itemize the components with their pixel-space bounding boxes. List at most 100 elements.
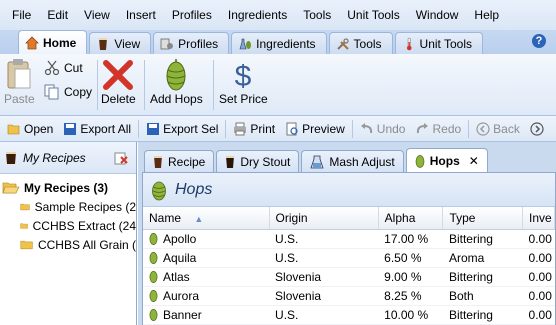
recipes-panel: My Recipes My Recipes (3) Sample Recipes…	[0, 142, 137, 325]
delete-button[interactable]: Delete	[101, 58, 136, 106]
back-button[interactable]: Back	[471, 122, 525, 136]
doc-tab-label: Hops	[429, 153, 460, 168]
paste-button[interactable]: Paste	[4, 58, 35, 106]
add-hops-button[interactable]: Add Hops	[150, 58, 203, 106]
sort-ascending-icon: ▲	[194, 213, 204, 224]
ribbon-tab-label: View	[114, 36, 141, 51]
cut-button[interactable]: Cut	[44, 60, 83, 76]
svg-text:$: $	[235, 60, 252, 92]
export-sel-button[interactable]: Export Sel	[141, 122, 223, 136]
hop-inventory: 0.00	[522, 248, 555, 268]
column-header-type[interactable]: Type	[442, 207, 524, 230]
print-button[interactable]: Print	[228, 122, 280, 136]
ribbon-tab-unit-tools[interactable]: Unit Tools	[394, 32, 484, 54]
toolbar-separator	[225, 119, 227, 138]
preview-button[interactable]: Preview	[280, 122, 350, 136]
export-all-button[interactable]: Export All	[58, 122, 136, 136]
doc-tab-hops[interactable]: Hops ✕	[405, 148, 488, 172]
hop-icon	[149, 252, 158, 264]
folder-icon	[20, 222, 28, 229]
document-area: Recipe Dry Stout Mash Adjust Hops ✕ Hops	[138, 142, 556, 325]
folder-icon	[20, 203, 30, 210]
hop-type: Aroma	[442, 248, 523, 268]
recipes-panel-title: My Recipes	[23, 150, 86, 165]
glass-icon	[99, 37, 108, 50]
ribbon-tab-label: Ingredients	[256, 36, 316, 51]
menu-ingredients[interactable]: Ingredients	[220, 8, 295, 22]
cut-label: Cut	[64, 61, 83, 75]
ribbon-tab-ingredients[interactable]: Ingredients	[231, 32, 327, 54]
menu-profiles[interactable]: Profiles	[164, 8, 220, 22]
doc-tab-recipe[interactable]: Recipe	[144, 150, 215, 172]
undo-button[interactable]: Undo	[355, 122, 411, 136]
table-row[interactable]: Aquila U.S. 6.50 % Aroma 0.00	[143, 248, 555, 268]
column-header-alpha[interactable]: Alpha	[378, 207, 444, 230]
doc-tab-mash-adjust[interactable]: Mash Adjust	[301, 150, 404, 172]
delete-label: Delete	[101, 92, 136, 106]
main-toolbar: Open Export All Export Sel Print Preview…	[0, 116, 556, 142]
save-icon	[147, 122, 160, 135]
hops-header: Hops	[143, 173, 555, 207]
doc-tab-label: Recipe	[168, 154, 206, 169]
hop-inventory: 0.00	[522, 286, 555, 306]
open-button[interactable]: Open	[2, 122, 58, 136]
menu-insert[interactable]: Insert	[118, 8, 164, 22]
add-hops-label: Add Hops	[150, 92, 203, 106]
ribbon-tab-profiles[interactable]: Profiles	[153, 32, 230, 54]
table-row[interactable]: Atlas Slovenia 9.00 % Bittering 0.00	[143, 267, 555, 287]
table-row[interactable]: Apollo U.S. 17.00 % Bittering 0.00	[143, 229, 555, 249]
stout-glass-icon	[6, 151, 16, 164]
printer-icon	[234, 122, 247, 135]
ribbon-tab-home[interactable]: Home	[18, 30, 88, 54]
hop-inventory: 0.00	[522, 267, 555, 287]
column-header-origin[interactable]: Origin	[269, 207, 379, 230]
help-icon[interactable]: ?	[532, 34, 546, 48]
ribbon-tab-strip: Home View Profiles Ingredients Tools Uni…	[0, 30, 556, 54]
forward-button[interactable]	[525, 121, 549, 136]
hop-inventory: 0.00	[522, 305, 555, 325]
folder-icon	[20, 240, 33, 249]
ribbon-tab-label: Home	[43, 35, 77, 50]
hops-table: Name ▲ Origin Alpha Type Inve Apollo U.S…	[143, 207, 555, 325]
ribbon-tab-tools[interactable]: Tools	[328, 32, 393, 54]
hop-alpha: 8.25 %	[378, 286, 443, 306]
preview-icon	[286, 122, 298, 135]
copy-button[interactable]: Copy	[44, 84, 92, 100]
menu-unit-tools[interactable]: Unit Tools	[339, 8, 407, 22]
close-tab-icon[interactable]: ✕	[469, 154, 479, 168]
paste-label: Paste	[4, 92, 35, 106]
menu-edit[interactable]: Edit	[39, 8, 76, 22]
menu-bar: File Edit View Insert Profiles Ingredien…	[0, 0, 556, 30]
menu-window[interactable]: Window	[408, 8, 467, 22]
tree-item-cchbs-extract[interactable]: CCHBS Extract (24	[0, 216, 136, 235]
tree-item-cchbs-all-grain[interactable]: CCHBS All Grain (	[0, 235, 136, 254]
column-header-inventory[interactable]: Inve	[522, 207, 555, 230]
doc-tab-dry-stout[interactable]: Dry Stout	[216, 150, 300, 172]
table-row[interactable]: Banner U.S. 10.00 % Bittering 0.00	[143, 305, 555, 325]
menu-file[interactable]: File	[4, 8, 39, 22]
menu-tools[interactable]: Tools	[295, 8, 339, 22]
column-header-name[interactable]: Name ▲	[143, 207, 270, 230]
close-panel-icon[interactable]	[114, 151, 128, 165]
table-row[interactable]: Aurora Slovenia 8.25 % Both 0.00	[143, 286, 555, 306]
redo-button[interactable]: Redo	[410, 122, 466, 136]
hop-alpha: 6.50 %	[378, 248, 443, 268]
hop-name: Apollo	[163, 231, 197, 246]
hop-icon	[149, 271, 158, 283]
hop-icon	[149, 290, 158, 302]
hop-type: Bittering	[442, 229, 523, 249]
hop-name: Banner	[163, 307, 202, 322]
ribbon-tab-view[interactable]: View	[89, 32, 152, 54]
tree-root-my-recipes[interactable]: My Recipes (3)	[0, 178, 136, 197]
page-title: Hops	[175, 180, 213, 198]
tree-root-label: My Recipes (3)	[24, 180, 109, 195]
set-price-button[interactable]: $ Set Price	[219, 58, 268, 106]
hop-type: Bittering	[442, 267, 523, 287]
forward-arrow-icon	[530, 121, 544, 136]
menu-help[interactable]: Help	[466, 8, 507, 22]
doc-tab-label: Dry Stout	[240, 154, 291, 169]
hops-document: Hops Name ▲ Origin Alpha Type Inve Apoll…	[142, 172, 556, 325]
hop-inventory: 0.00	[522, 229, 555, 249]
tree-item-sample-recipes[interactable]: Sample Recipes (2	[0, 197, 136, 216]
menu-view[interactable]: View	[76, 8, 118, 22]
